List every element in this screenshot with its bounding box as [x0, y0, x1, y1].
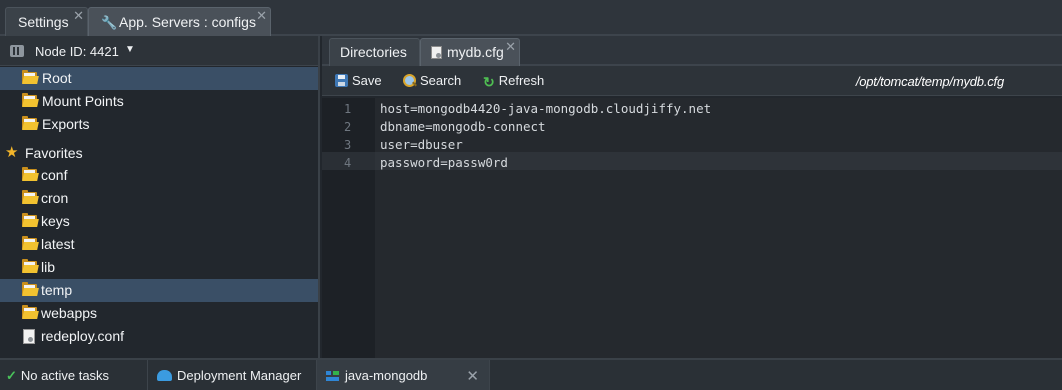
- tab-settings-close-icon[interactable]: ✕: [73, 9, 84, 23]
- node-icon: [10, 45, 24, 57]
- tree-item-label: Exports: [42, 116, 90, 132]
- tree-item-label: temp: [41, 282, 73, 298]
- tab-mydb-cfg[interactable]: mydb.cfg ✕: [420, 38, 520, 66]
- folder-icon: [22, 305, 39, 319]
- folder-icon: [22, 190, 39, 204]
- refresh-label: Refresh: [498, 73, 545, 88]
- node-selector[interactable]: Node ID: 4421 ▼: [0, 36, 318, 66]
- tab-app-servers-configs[interactable]: 🔧 App. Servers : configs ✕: [88, 7, 271, 36]
- line-number: 1: [344, 102, 352, 116]
- folder-icon: [22, 259, 39, 273]
- folder-icon: [22, 236, 39, 250]
- tree-item-label: conf: [41, 167, 68, 183]
- tab-directories[interactable]: Directories: [329, 38, 420, 66]
- tree-item-label: latest: [41, 236, 75, 252]
- tab-settings-label: Settings: [18, 14, 69, 30]
- line-number: 2: [344, 120, 352, 134]
- deployment-manager-button[interactable]: Deployment Manager: [148, 360, 316, 390]
- config-file-icon: [431, 46, 442, 59]
- line-number: 4: [344, 156, 352, 170]
- file-tree-panel: Node ID: 4421 ▼ Root Mount Points Export…: [0, 36, 320, 358]
- config-file-icon: [23, 329, 35, 344]
- tab-mydb-cfg-label: mydb.cfg: [447, 44, 504, 60]
- tree-item-latest[interactable]: latest: [0, 233, 318, 256]
- close-icon[interactable]: ✕: [466, 367, 479, 385]
- folder-icon: [22, 167, 39, 181]
- node-label: Node ID: 4421: [35, 44, 119, 59]
- tree-item-root[interactable]: Root: [0, 67, 318, 90]
- file-path: /opt/tomcat/temp/mydb.cfg: [855, 74, 1004, 89]
- tree-item-keys[interactable]: keys: [0, 210, 318, 233]
- save-button[interactable]: Save: [335, 73, 382, 88]
- cloud-icon: [157, 370, 172, 381]
- tree-item-label: webapps: [41, 305, 98, 321]
- refresh-button[interactable]: ↻ Refresh: [483, 73, 544, 91]
- tree-item-exports[interactable]: Exports: [0, 113, 318, 136]
- tab-directories-label: Directories: [340, 44, 407, 60]
- tree-item-favorites[interactable]: ★ Favorites: [0, 142, 318, 165]
- save-icon: [335, 74, 348, 87]
- tree-item-lib[interactable]: lib: [0, 256, 318, 279]
- search-button[interactable]: Search: [403, 73, 461, 88]
- star-icon: ★: [5, 144, 19, 161]
- tab-mydb-cfg-close-icon[interactable]: ✕: [505, 40, 516, 54]
- tree-item-label: Mount Points: [42, 93, 124, 109]
- deployment-manager-label: Deployment Manager: [177, 368, 302, 383]
- code-line[interactable]: dbname=mongodb-connect: [380, 118, 546, 136]
- folder-icon: [22, 213, 39, 227]
- folder-icon: [22, 70, 39, 84]
- chevron-down-icon[interactable]: ▼: [125, 44, 135, 55]
- tab-app-servers-label: App. Servers : configs: [119, 14, 256, 30]
- wrench-icon: 🔧: [101, 15, 118, 30]
- tab-app-servers-close-icon[interactable]: ✕: [256, 9, 267, 23]
- taskbar: ✓ No active tasks Deployment Manager java…: [0, 358, 1062, 390]
- environment-task-java-mongodb[interactable]: java-mongodb ✕: [317, 360, 489, 390]
- tree-item-temp[interactable]: temp: [0, 279, 318, 302]
- tree-item-conf[interactable]: conf: [0, 164, 318, 187]
- check-icon: ✓: [6, 368, 17, 383]
- editor-panel: Directories mydb.cfg ✕ Save Search ↻ Refr…: [322, 36, 1062, 358]
- folder-icon: [22, 116, 39, 130]
- refresh-icon: ↻: [483, 74, 495, 90]
- search-label: Search: [420, 73, 462, 88]
- tree-item-label: lib: [41, 259, 56, 275]
- environment-label: java-mongodb: [345, 368, 428, 383]
- task-status: ✓ No active tasks: [6, 360, 146, 390]
- tree-item-label: redeploy.conf: [41, 328, 125, 344]
- line-number: 3: [344, 138, 352, 152]
- top-tab-bar: Settings ✕ 🔧 App. Servers : configs ✕: [0, 0, 1062, 36]
- editor-toolbar: Save Search ↻ Refresh /opt/tomcat/temp/my…: [322, 66, 1062, 96]
- search-icon: [403, 74, 416, 87]
- tree-item-label: keys: [41, 213, 70, 229]
- divider: [489, 360, 490, 390]
- save-label: Save: [352, 73, 382, 88]
- environment-icon: [326, 371, 339, 381]
- tree-item-label: Root: [42, 70, 72, 86]
- folder-icon: [22, 282, 39, 296]
- code-line[interactable]: host=mongodb4420-java-mongodb.cloudjiffy…: [380, 100, 711, 118]
- tree-item-label: cron: [41, 190, 69, 206]
- tab-settings[interactable]: Settings ✕: [5, 7, 88, 36]
- tree-item-mount-points[interactable]: Mount Points: [0, 90, 318, 113]
- tree-item-redeploy-conf[interactable]: redeploy.conf: [0, 325, 318, 348]
- tree-item-webapps[interactable]: webapps: [0, 302, 318, 325]
- code-editor[interactable]: 1 host=mongodb4420-java-mongodb.cloudjif…: [322, 98, 1062, 358]
- folder-icon: [22, 93, 39, 107]
- editor-tab-bar: Directories mydb.cfg ✕: [322, 36, 1062, 66]
- code-line[interactable]: user=dbuser: [380, 136, 463, 154]
- tree-item-label: Favorites: [25, 145, 83, 161]
- tree-item-cron[interactable]: cron: [0, 187, 318, 210]
- task-status-label: No active tasks: [20, 368, 110, 383]
- code-line[interactable]: password=passw0rd: [380, 154, 508, 172]
